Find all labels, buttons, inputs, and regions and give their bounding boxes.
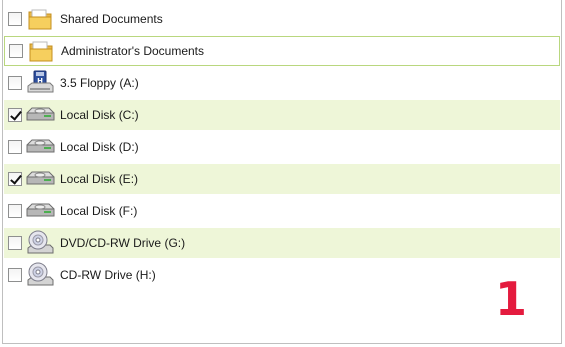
local-disk-e-checkbox[interactable] — [8, 172, 22, 186]
list-item-local-disk-f[interactable]: Local Disk (F:) — [4, 196, 560, 226]
shared-documents-checkbox[interactable] — [8, 12, 22, 26]
list-item-cd-rw-h[interactable]: CD-RW Drive (H:) — [4, 260, 560, 290]
item-label: DVD/CD-RW Drive (G:) — [60, 236, 186, 250]
item-label: Local Disk (C:) — [60, 108, 139, 122]
cd-drive-icon — [24, 262, 56, 288]
item-label: CD-RW Drive (H:) — [60, 268, 156, 282]
folder-icon — [24, 6, 56, 32]
local-disk-d-checkbox[interactable] — [8, 140, 22, 154]
hard-disk-icon — [24, 198, 56, 224]
folder-icon — [25, 38, 57, 64]
hard-disk-icon — [24, 102, 56, 128]
hard-disk-icon — [24, 166, 56, 192]
cd-drive-icon — [24, 230, 56, 256]
list-item-local-disk-d[interactable]: Local Disk (D:) — [4, 132, 560, 162]
dvd-cd-rw-g-checkbox[interactable] — [8, 236, 22, 250]
item-label: Local Disk (E:) — [60, 172, 139, 186]
floppy-drive-icon: H — [24, 70, 56, 96]
item-label: Local Disk (F:) — [60, 204, 138, 218]
item-label: Local Disk (D:) — [60, 140, 139, 154]
hard-disk-icon — [24, 134, 56, 160]
list-item-shared-documents[interactable]: Shared Documents — [4, 4, 560, 34]
item-label: Administrator's Documents — [61, 44, 205, 58]
list-item-administrators-documents[interactable]: Administrator's Documents — [4, 36, 560, 66]
list-item-floppy-a[interactable]: H 3.5 Floppy (A:) — [4, 68, 560, 98]
item-label: Shared Documents — [60, 12, 163, 26]
local-disk-f-checkbox[interactable] — [8, 204, 22, 218]
floppy-a-checkbox[interactable] — [8, 76, 22, 90]
administrators-documents-checkbox[interactable] — [9, 44, 23, 58]
list-item-local-disk-e[interactable]: Local Disk (E:) — [4, 164, 560, 194]
cd-rw-h-checkbox[interactable] — [8, 268, 22, 282]
list-item-dvd-cd-rw-g[interactable]: DVD/CD-RW Drive (G:) — [4, 228, 560, 258]
drive-selection-list: Shared Documents Administrator's Documen… — [2, 0, 562, 344]
local-disk-c-checkbox[interactable] — [8, 108, 22, 122]
list-item-local-disk-c[interactable]: Local Disk (C:) — [4, 100, 560, 130]
step-number-annotation: 1 — [495, 272, 528, 326]
item-label: 3.5 Floppy (A:) — [60, 76, 139, 90]
